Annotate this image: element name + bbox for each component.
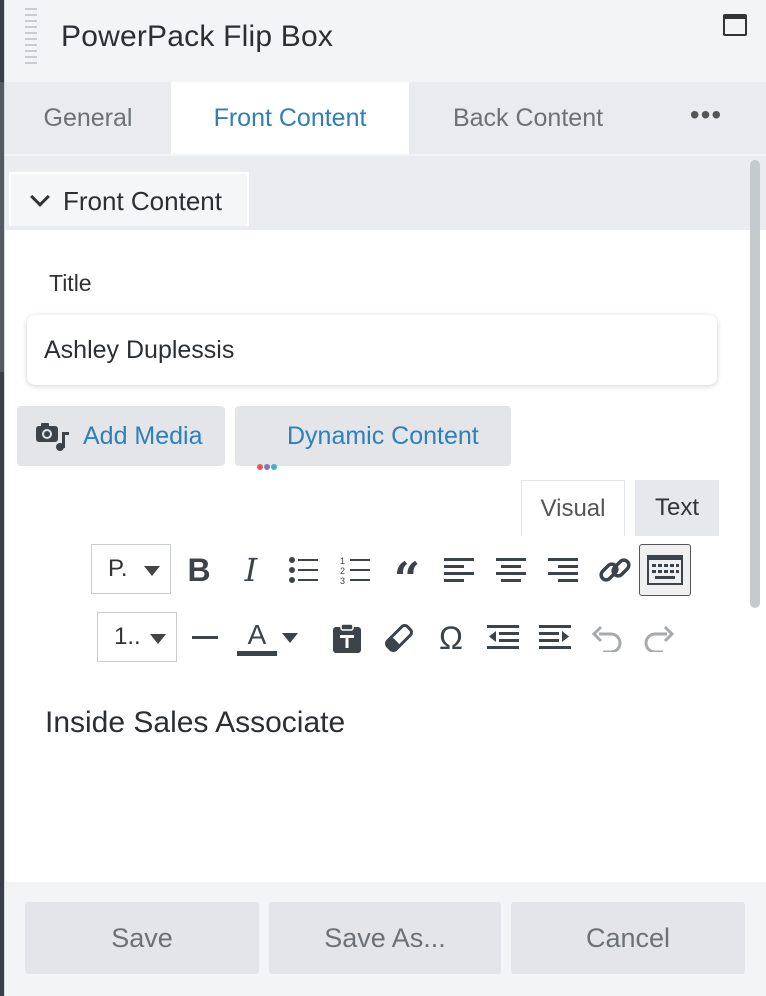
- svg-text:3: 3: [340, 576, 345, 585]
- outdent-icon[interactable]: [481, 616, 525, 660]
- format-select-value: P.: [108, 555, 128, 582]
- font-size-select[interactable]: 1..: [97, 612, 177, 662]
- title-label: Title: [49, 270, 92, 296]
- tab-back-content[interactable]: Back Content: [409, 82, 647, 154]
- italic-icon[interactable]: I: [229, 548, 273, 592]
- add-media-label: Add Media: [83, 422, 203, 450]
- camera-music-icon: [36, 423, 69, 451]
- text-color-icon[interactable]: A: [235, 616, 279, 660]
- toolbar-toggle-icon[interactable]: [639, 544, 691, 596]
- caret-down-icon: [144, 566, 160, 576]
- drag-handle-icon[interactable]: [25, 8, 37, 66]
- panel-title: PowerPack Flip Box: [61, 20, 334, 53]
- svg-text:2: 2: [340, 566, 345, 576]
- tab-bar: General Front Content Back Content •••: [5, 82, 766, 154]
- section-label: Front Content: [63, 186, 222, 216]
- paste-text-icon[interactable]: [325, 616, 369, 660]
- special-character-icon[interactable]: Ω: [429, 616, 473, 660]
- font-size-select-value: 1..: [114, 623, 141, 650]
- panel-content: Front Content Title Ashley Duplessis Add…: [5, 156, 766, 882]
- editor-tab-text[interactable]: Text: [635, 480, 719, 536]
- redo-icon[interactable]: [637, 616, 681, 660]
- chevron-down-icon: [30, 187, 50, 207]
- text-color-dropdown-icon[interactable]: [277, 616, 303, 660]
- panel-footer: Save Save As... Cancel: [5, 882, 766, 996]
- align-right-icon[interactable]: [541, 548, 585, 592]
- tab-general[interactable]: General: [5, 82, 171, 154]
- cancel-button[interactable]: Cancel: [511, 902, 745, 974]
- save-as-button[interactable]: Save As...: [269, 902, 501, 974]
- blockquote-icon[interactable]: “: [385, 548, 429, 606]
- editor-toolbar: P. B I 123 “ 1.. A Ω: [5, 536, 766, 672]
- numbered-list-icon[interactable]: 123: [333, 548, 377, 592]
- align-center-icon[interactable]: [489, 548, 533, 592]
- settings-panel: PowerPack Flip Box General Front Content…: [4, 0, 766, 996]
- horizontal-line-icon[interactable]: [183, 616, 227, 660]
- dynamic-content-icon: [257, 432, 278, 492]
- section-toggle[interactable]: Front Content: [9, 172, 249, 226]
- align-left-icon[interactable]: [437, 548, 481, 592]
- bullet-list-icon[interactable]: [281, 548, 325, 592]
- caret-down-icon: [150, 634, 166, 644]
- format-select[interactable]: P.: [91, 544, 171, 594]
- clear-formatting-icon[interactable]: [377, 616, 421, 660]
- dynamic-content-button[interactable]: Dynamic Content: [235, 406, 511, 470]
- link-icon[interactable]: [593, 548, 637, 592]
- editor-tab-visual[interactable]: Visual: [521, 480, 625, 536]
- more-tabs-icon[interactable]: •••: [671, 79, 741, 151]
- dynamic-content-label: Dynamic Content: [287, 422, 479, 450]
- tab-front-content[interactable]: Front Content: [171, 82, 409, 154]
- save-button[interactable]: Save: [25, 902, 259, 974]
- svg-text:1: 1: [340, 556, 345, 566]
- title-input[interactable]: Ashley Duplessis: [27, 315, 717, 385]
- undo-icon[interactable]: [585, 616, 629, 660]
- editor-content[interactable]: Inside Sales Associate: [45, 706, 345, 740]
- maximize-icon[interactable]: [723, 14, 747, 36]
- bold-icon[interactable]: B: [177, 548, 221, 592]
- indent-icon[interactable]: [533, 616, 577, 660]
- scrollbar[interactable]: [750, 160, 760, 608]
- section-bar: Front Content: [5, 156, 766, 230]
- panel-header: PowerPack Flip Box: [5, 0, 766, 82]
- add-media-button[interactable]: Add Media: [17, 406, 225, 466]
